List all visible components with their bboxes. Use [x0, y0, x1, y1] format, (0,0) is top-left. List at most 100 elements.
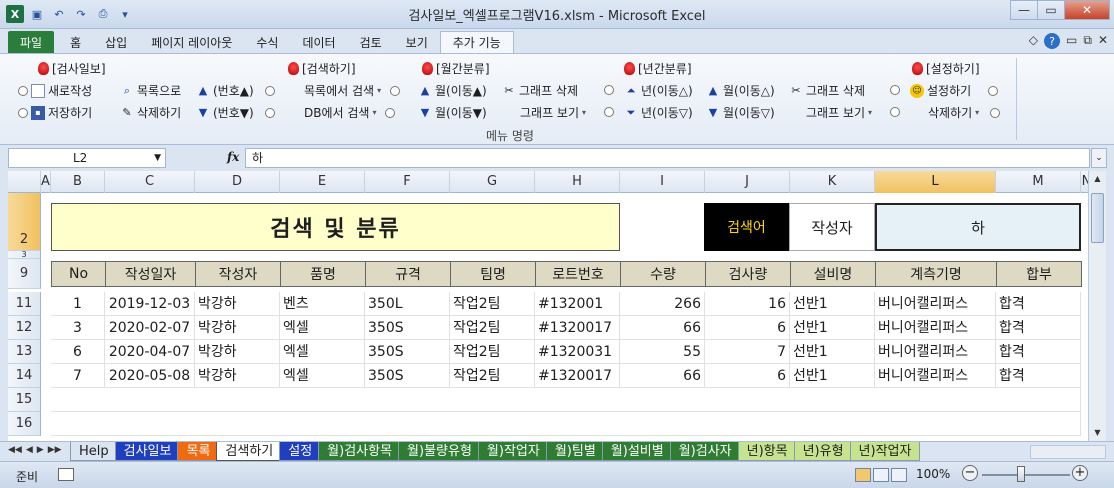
close-icon[interactable]: ✕	[1064, 0, 1110, 20]
sheet-tab[interactable]: 설정	[279, 442, 322, 461]
cell-date[interactable]: 2020-04-07	[105, 340, 195, 364]
workbook-close-icon[interactable]: ✕	[1098, 33, 1108, 49]
cell-equipment[interactable]: 선반1	[790, 292, 875, 316]
tab-page-layout[interactable]: 페이지 레이아웃	[139, 31, 244, 53]
graph-delete-button[interactable]: ✂ 그래프 삭제	[502, 82, 578, 99]
cell-no[interactable]: 7	[51, 364, 105, 388]
radio-icon[interactable]	[604, 85, 614, 95]
tab-home[interactable]: 홈	[58, 31, 93, 53]
tab-data[interactable]: 데이터	[290, 31, 347, 53]
cell-quantity[interactable]: 266	[620, 292, 705, 316]
year-month-up-button[interactable]: ▲ 월(이동△)	[706, 82, 775, 99]
tab-review[interactable]: 검토	[348, 31, 394, 53]
cell-lot[interactable]: #1320017	[535, 364, 620, 388]
maximize-icon[interactable]: ▭	[1037, 0, 1065, 20]
year-down-button[interactable]: ⏷ 년(이동▽)	[624, 104, 693, 121]
sheet-tab[interactable]: 검사일보	[114, 442, 181, 461]
column-header-n[interactable]: N	[1081, 171, 1088, 193]
delete-report-button[interactable]: ✎ 삭제하기	[120, 104, 181, 121]
cell-spec[interactable]: 350S	[365, 316, 450, 340]
sheet-tab[interactable]: 월)팀별	[545, 442, 605, 461]
column-header-f[interactable]: F	[365, 171, 450, 193]
cell-team[interactable]: 작업2팀	[450, 364, 535, 388]
cell-spec[interactable]: 350L	[365, 292, 450, 316]
last-sheet-icon[interactable]: ▶▶	[48, 445, 62, 455]
radio-icon[interactable]	[604, 107, 614, 117]
cell-quantity[interactable]: 66	[620, 316, 705, 340]
scroll-thumb[interactable]	[1091, 193, 1104, 243]
sheet-tab[interactable]: 목록	[177, 442, 220, 461]
help-icon[interactable]: ?	[1044, 33, 1061, 49]
search-in-list-dropdown[interactable]: 목록에서 검색 ▾	[304, 82, 401, 99]
graph-view-dropdown[interactable]: 그래프 보기 ▾	[520, 104, 586, 121]
year-graph-delete-button[interactable]: ✂ 그래프 삭제	[789, 82, 865, 99]
select-all-corner[interactable]	[8, 171, 41, 193]
radio-icon[interactable]	[890, 85, 900, 95]
worksheet-grid[interactable]: A B C D E F G H I J K L M N 2 3 9 11 12 …	[8, 171, 1088, 441]
cell-equipment[interactable]: 선반1	[790, 316, 875, 340]
scroll-down-icon[interactable]: ▼	[1089, 425, 1106, 441]
cell-instrument[interactable]: 버니어캘리퍼스	[875, 364, 996, 388]
year-up-button[interactable]: ⏶ 년(이동△)	[624, 82, 693, 99]
cell-no[interactable]: 3	[51, 316, 105, 340]
empty-cell[interactable]	[51, 412, 1081, 436]
cell-product[interactable]: 엑셀	[280, 364, 365, 388]
row-header-11[interactable]: 11	[8, 292, 41, 316]
column-header-c[interactable]: C	[105, 171, 195, 193]
cell-quantity[interactable]: 66	[620, 364, 705, 388]
cell-date[interactable]: 2019-12-03	[105, 292, 195, 316]
cell-result[interactable]: 합격	[996, 340, 1081, 364]
radio-icon[interactable]	[890, 107, 900, 117]
zoom-in-icon[interactable]: +	[1072, 465, 1088, 481]
cell-spec[interactable]: 350S	[365, 340, 450, 364]
column-header-e[interactable]: E	[280, 171, 365, 193]
sheet-tab[interactable]: 년)작업자	[849, 442, 921, 461]
zoom-level[interactable]: 100%	[916, 467, 950, 481]
column-header-j[interactable]: J	[705, 171, 790, 193]
column-header-l[interactable]: L	[875, 171, 996, 193]
cell-author[interactable]: 박강하	[195, 364, 280, 388]
cell-inspected[interactable]: 7	[705, 340, 790, 364]
cell-lot[interactable]: #1320031	[535, 340, 620, 364]
column-header-d[interactable]: D	[195, 171, 280, 193]
cell-equipment[interactable]: 선반1	[790, 364, 875, 388]
row-header-15[interactable]: 15	[8, 388, 41, 412]
cell-instrument[interactable]: 버니어캘리퍼스	[875, 316, 996, 340]
page-break-view-icon[interactable]	[891, 468, 907, 482]
row-header-9[interactable]: 9	[8, 259, 41, 289]
sheet-tab[interactable]: Help	[70, 442, 118, 461]
cell-product[interactable]: 벤츠	[280, 292, 365, 316]
new-report-button[interactable]: 새로작성	[18, 82, 92, 99]
workbook-minimize-icon[interactable]: ▭	[1066, 33, 1077, 49]
ribbon-minimize-icon[interactable]: ◇	[1029, 33, 1038, 49]
cell-lot[interactable]: #1320017	[535, 316, 620, 340]
cell-quantity[interactable]: 55	[620, 340, 705, 364]
tab-formulas[interactable]: 수식	[244, 31, 290, 53]
cell-author[interactable]: 박강하	[195, 340, 280, 364]
zoom-slider-knob[interactable]	[1017, 466, 1025, 482]
cell-product[interactable]: 엑셀	[280, 340, 365, 364]
prev-sheet-icon[interactable]: ◀	[26, 445, 33, 455]
number-down-button[interactable]: ▼ (번호▼)	[196, 104, 275, 121]
name-box[interactable]: L2 ▼	[8, 148, 166, 168]
cell-result[interactable]: 합격	[996, 292, 1081, 316]
cell-inspected[interactable]: 6	[705, 364, 790, 388]
cell-no[interactable]: 1	[51, 292, 105, 316]
next-sheet-icon[interactable]: ▶	[37, 445, 44, 455]
sheet-tab[interactable]: 월)작업자	[477, 442, 549, 461]
sheet-tab[interactable]: 검색하기	[216, 442, 283, 461]
year-month-down-button[interactable]: ▼ 월(이동▽)	[706, 104, 775, 121]
year-graph-view-dropdown[interactable]: 그래프 보기 ▾	[806, 104, 872, 121]
workbook-restore-icon[interactable]: ⧉	[1083, 33, 1092, 49]
cell-equipment[interactable]: 선반1	[790, 340, 875, 364]
sheet-tab[interactable]: 년)유형	[793, 442, 853, 461]
to-list-button[interactable]: ⌕ 목록으로	[120, 82, 181, 99]
save-report-button[interactable]: ▪ 저장하기	[18, 104, 92, 121]
settings-button[interactable]: ☺ 설정하기	[910, 82, 999, 99]
column-header-k[interactable]: K	[790, 171, 875, 193]
zoom-slider[interactable]	[982, 474, 1070, 476]
cell-result[interactable]: 합격	[996, 316, 1081, 340]
normal-view-icon[interactable]	[855, 468, 871, 482]
cell-instrument[interactable]: 버니어캘리퍼스	[875, 292, 996, 316]
cell-date[interactable]: 2020-02-07	[105, 316, 195, 340]
